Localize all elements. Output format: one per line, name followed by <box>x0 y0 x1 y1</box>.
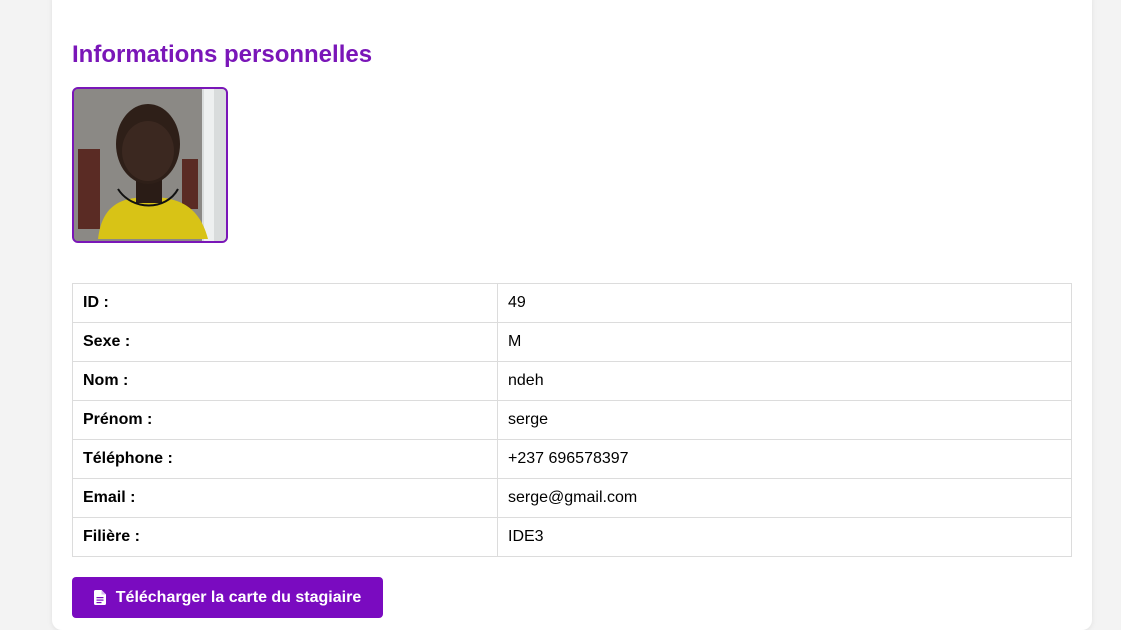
field-label: Email : <box>72 478 498 518</box>
table-row: Sexe : M <box>72 322 1072 362</box>
section-title: Informations personnelles <box>72 41 373 68</box>
download-card-label: Télécharger la carte du stagiaire <box>115 588 362 606</box>
table-row: Prénom : serge <box>72 400 1072 440</box>
field-value: serge@gmail.com <box>497 478 1072 518</box>
table-row: ID : 49 <box>72 283 1072 323</box>
field-label: Téléphone : <box>72 439 498 479</box>
download-card-button[interactable]: Télécharger la carte du stagiaire <box>72 577 383 618</box>
table-row: Nom : ndeh <box>72 361 1072 401</box>
file-icon <box>93 590 106 605</box>
table-row: Email : serge@gmail.com <box>72 478 1072 518</box>
field-label: Filière : <box>72 517 498 557</box>
field-value: serge <box>497 400 1072 440</box>
field-label: Sexe : <box>72 322 498 362</box>
details-table: ID : 49 Sexe : M Nom : ndeh Prénom : ser… <box>72 283 1072 557</box>
field-value: +237 696578397 <box>497 439 1072 479</box>
table-row: Téléphone : +237 696578397 <box>72 439 1072 479</box>
field-value: 49 <box>497 283 1072 323</box>
profile-card: Informations personnelles ID : 49 Sexe :… <box>52 0 1092 630</box>
field-label: Nom : <box>72 361 498 401</box>
field-value: M <box>497 322 1072 362</box>
field-value: IDE3 <box>497 517 1072 557</box>
field-value: ndeh <box>497 361 1072 401</box>
table-row: Filière : IDE3 <box>72 517 1072 557</box>
field-label: ID : <box>72 283 498 323</box>
profile-photo <box>72 87 228 243</box>
field-label: Prénom : <box>72 400 498 440</box>
